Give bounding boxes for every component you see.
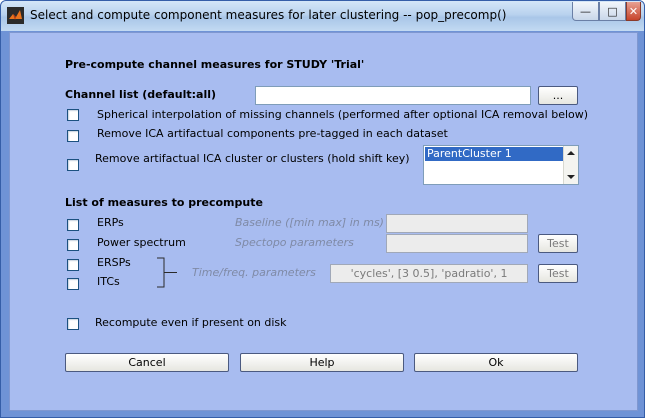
recompute-checkbox[interactable] bbox=[67, 318, 79, 330]
close-icon: ✕ bbox=[628, 4, 639, 18]
ersps-label: ERSPs bbox=[97, 256, 131, 269]
channel-list-label: Channel list (default:all) bbox=[65, 88, 217, 101]
cancel-button[interactable]: Cancel bbox=[65, 353, 229, 372]
channel-list-input[interactable] bbox=[255, 86, 531, 105]
maximize-button[interactable]: □ bbox=[599, 2, 626, 21]
remove-cluster-label: Remove artifactual ICA cluster or cluste… bbox=[95, 152, 410, 165]
erps-checkbox[interactable] bbox=[67, 219, 79, 231]
spectopo-input[interactable] bbox=[386, 234, 528, 253]
channel-browse-button[interactable]: ... bbox=[538, 86, 578, 105]
scroll-up-icon[interactable] bbox=[567, 151, 575, 155]
measures-section-title: List of measures to precompute bbox=[65, 196, 263, 209]
cluster-scrollbar[interactable] bbox=[563, 146, 578, 184]
help-button[interactable]: Help bbox=[240, 353, 404, 372]
power-spectrum-label: Power spectrum bbox=[97, 236, 186, 249]
dialog-window: Select and compute component measures fo… bbox=[0, 0, 645, 418]
study-title: Pre-compute channel measures for STUDY '… bbox=[65, 58, 365, 71]
cluster-list-item[interactable]: ParentCluster 1 bbox=[425, 147, 563, 161]
cluster-listbox[interactable]: ParentCluster 1 bbox=[423, 145, 579, 185]
itcs-label: ITCs bbox=[97, 275, 120, 288]
erps-label: ERPs bbox=[97, 216, 124, 229]
recompute-label: Recompute even if present on disk bbox=[95, 316, 287, 329]
timefreq-input[interactable]: 'cycles', [3 0.5], 'padratio', 1 bbox=[330, 264, 528, 283]
remove-ica-checkbox[interactable] bbox=[67, 130, 79, 142]
scroll-down-icon[interactable] bbox=[567, 175, 575, 179]
matlab-icon bbox=[7, 7, 24, 24]
spectopo-test-button[interactable]: Test bbox=[538, 234, 578, 253]
minimize-icon: — bbox=[580, 4, 591, 18]
baseline-input[interactable] bbox=[386, 214, 528, 233]
ok-button[interactable]: Ok bbox=[414, 353, 578, 372]
baseline-label: Baseline ([min max] in ms) bbox=[235, 216, 384, 229]
dialog-panel: Pre-compute channel measures for STUDY '… bbox=[9, 32, 638, 411]
maximize-icon: □ bbox=[607, 4, 618, 18]
itcs-checkbox[interactable] bbox=[67, 278, 79, 290]
interp-label: Spherical interpolation of missing chann… bbox=[97, 108, 589, 121]
interp-checkbox[interactable] bbox=[67, 109, 79, 121]
close-button[interactable]: ✕ bbox=[626, 2, 641, 21]
ersp-itc-brace bbox=[157, 257, 177, 288]
timefreq-test-button[interactable]: Test bbox=[538, 264, 578, 283]
remove-ica-label: Remove ICA artifactual components pre-ta… bbox=[97, 127, 448, 140]
title-bar[interactable]: Select and compute component measures fo… bbox=[1, 1, 644, 31]
minimize-button[interactable]: — bbox=[572, 2, 599, 21]
ersps-checkbox[interactable] bbox=[67, 259, 79, 271]
window-title: Select and compute component measures fo… bbox=[30, 8, 507, 22]
power-spectrum-checkbox[interactable] bbox=[67, 239, 79, 251]
timefreq-label: Time/freq. parameters bbox=[192, 266, 316, 279]
spectopo-label: Spectopo parameters bbox=[235, 236, 354, 249]
remove-cluster-checkbox[interactable] bbox=[67, 159, 79, 171]
